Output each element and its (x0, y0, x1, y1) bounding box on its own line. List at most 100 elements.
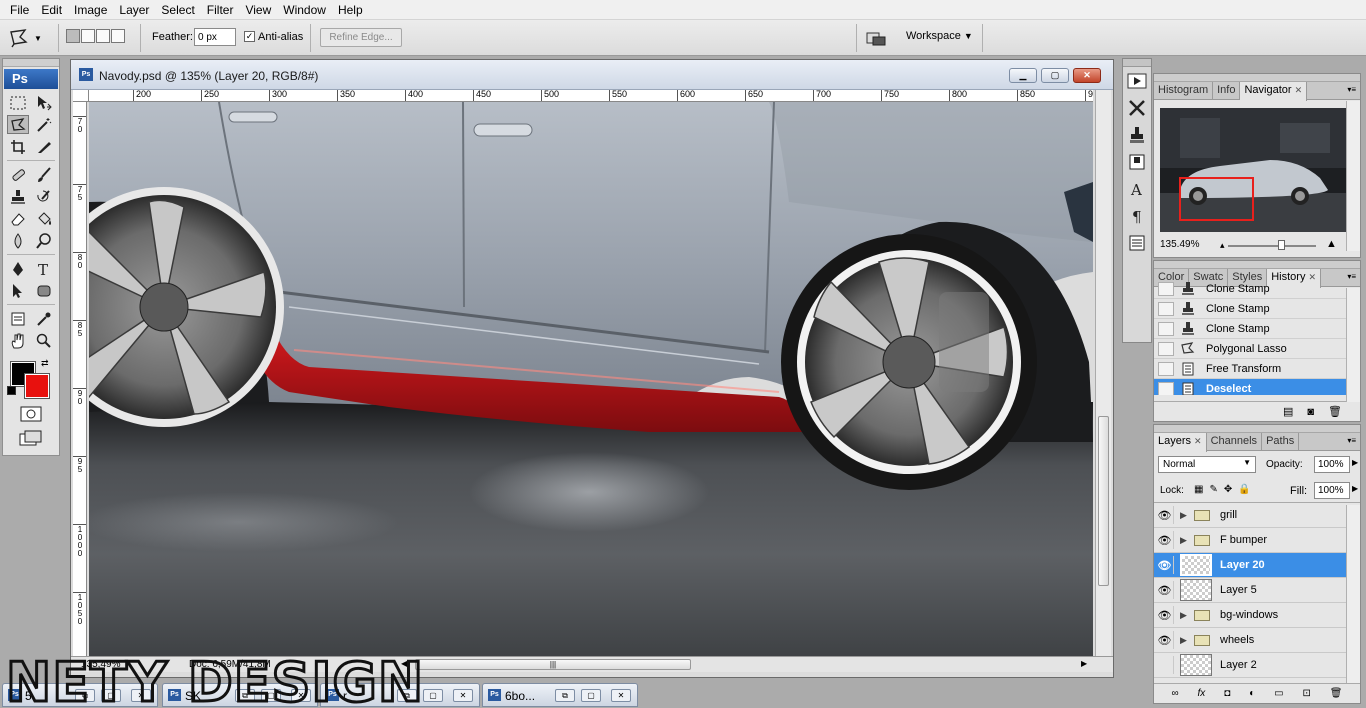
maximize-button[interactable]: ▢ (423, 689, 443, 702)
lock-all-icon[interactable]: 🔒 (1238, 484, 1250, 495)
zoom-tool-button[interactable] (33, 331, 55, 350)
image-canvas[interactable] (89, 102, 1093, 656)
minimized-document[interactable]: Ps r ⧉ ▢ ✕ (320, 683, 480, 707)
tool-preset-picker[interactable]: ▼ (8, 26, 52, 50)
healing-brush-tool-button[interactable] (7, 165, 29, 184)
zoom-level[interactable]: 135,49% (81, 659, 120, 670)
character-panel-button[interactable]: A (1125, 178, 1149, 200)
horizontal-scrollbar-thumb[interactable]: ||| (415, 659, 691, 670)
close-button[interactable]: ✕ (453, 689, 473, 702)
expand-triangle-icon[interactable]: ▶ (1180, 510, 1194, 521)
ruler-origin[interactable] (73, 90, 89, 102)
default-colors-icon[interactable] (7, 386, 16, 395)
background-color-swatch[interactable] (24, 373, 50, 399)
tab-channels[interactable]: Channels (1207, 433, 1263, 451)
expand-triangle-icon[interactable]: ▶ (1180, 610, 1194, 621)
history-snapshot-checkbox[interactable] (1158, 341, 1174, 356)
vertical-ruler[interactable]: 7 07 58 08 59 09 51 0 0 01 0 5 01 1 0 0 (73, 102, 87, 656)
zoom-slider[interactable] (1228, 245, 1316, 247)
tab-navigator[interactable]: Navigator ✕ (1240, 82, 1308, 101)
restore-button[interactable]: ⧉ (397, 689, 417, 702)
layer-comps-button[interactable] (1125, 151, 1149, 173)
panel-grip[interactable] (1154, 74, 1360, 82)
panel-well-icon[interactable] (866, 30, 888, 49)
scrollbar-thumb[interactable] (1098, 416, 1109, 586)
slice-tool-button[interactable] (33, 137, 55, 156)
move-tool-button[interactable] (33, 93, 55, 112)
quick-mask-button[interactable] (3, 406, 59, 422)
magic-wand-tool-button[interactable] (33, 115, 55, 134)
eye-icon[interactable]: 👁 (1156, 556, 1174, 574)
panel-scrollbar[interactable] (1346, 101, 1360, 251)
document-title-bar[interactable]: Ps Navody.psd @ 135% (Layer 20, RGB/8#) … (71, 60, 1113, 90)
swap-colors-icon[interactable]: ⇄ (41, 358, 49, 369)
close-button[interactable]: ✕ (1073, 68, 1101, 83)
actions-panel-button[interactable] (1125, 70, 1149, 92)
scroll-right-icon[interactable]: ▶ (1081, 659, 1087, 668)
lock-position-icon[interactable]: ✥ (1224, 484, 1232, 495)
menu-item-select[interactable]: Select (155, 0, 200, 20)
tool-presets-button[interactable] (1125, 97, 1149, 119)
paragraph-panel-button[interactable]: ¶ (1125, 205, 1149, 227)
opacity-input[interactable]: 100% (1314, 456, 1350, 473)
layer-group-row[interactable]: 👁 ▶ F bumper (1154, 528, 1360, 553)
history-snapshot-checkbox[interactable] (1158, 321, 1174, 336)
tab-histogram[interactable]: Histogram (1154, 82, 1214, 100)
notes-tool-button[interactable] (7, 309, 29, 328)
panel-menu-icon[interactable]: ▾≡ (1347, 436, 1356, 445)
eye-hidden-slot[interactable] (1156, 656, 1174, 674)
restore-button[interactable]: ⧉ (555, 689, 575, 702)
document-size[interactable]: Doc: 6,59M/41,8M (189, 659, 271, 670)
layer-row-selected[interactable]: 👁 Layer 20 (1154, 553, 1360, 578)
menu-item-layer[interactable]: Layer (113, 0, 155, 20)
maximize-button[interactable]: ▢ (1041, 68, 1069, 83)
hand-tool-button[interactable] (7, 331, 29, 350)
feather-input[interactable] (194, 28, 236, 46)
tab-paths[interactable]: Paths (1262, 433, 1300, 451)
close-button[interactable]: ✕ (131, 689, 151, 702)
history-brush-tool-button[interactable] (33, 187, 55, 206)
eyedropper-tool-button[interactable] (33, 309, 55, 328)
dodge-tool-button[interactable] (33, 231, 55, 250)
antialias-checkbox[interactable]: ✓ (244, 31, 255, 42)
panel-menu-icon[interactable]: ▾≡ (1347, 85, 1356, 94)
lasso-tool-button[interactable] (7, 115, 29, 134)
paint-bucket-tool-button[interactable] (33, 209, 55, 228)
history-item[interactable]: Polygonal Lasso (1154, 339, 1360, 359)
menu-item-image[interactable]: Image (68, 0, 113, 20)
eye-icon[interactable]: 👁 (1156, 531, 1174, 549)
fill-input[interactable]: 100% (1314, 482, 1350, 499)
path-selection-tool-button[interactable] (7, 281, 29, 300)
panel-grip[interactable] (1154, 261, 1360, 269)
menu-item-edit[interactable]: Edit (35, 0, 68, 20)
maximize-button[interactable]: ▢ (581, 689, 601, 702)
expand-triangle-icon[interactable]: ▶ (1180, 635, 1194, 646)
menu-item-help[interactable]: Help (332, 0, 369, 20)
menu-item-window[interactable]: Window (277, 0, 332, 20)
history-item[interactable]: Free Transform (1154, 359, 1360, 379)
eye-icon[interactable]: 👁 (1156, 581, 1174, 599)
layer-group-row[interactable]: 👁 ▶ bg-windows (1154, 603, 1360, 628)
lock-pixels-icon[interactable]: ✎ (1209, 484, 1217, 495)
menu-item-view[interactable]: View (239, 0, 277, 20)
history-item-selected[interactable]: Deselect (1154, 379, 1360, 395)
vertical-scrollbar[interactable] (1095, 90, 1111, 656)
panel-grip[interactable] (3, 59, 59, 67)
notes-panel-button[interactable] (1125, 232, 1149, 254)
history-snapshot-checkbox[interactable] (1158, 281, 1174, 296)
layer-row[interactable]: 👁 Layer 5 (1154, 578, 1360, 603)
eye-icon[interactable]: 👁 (1156, 606, 1174, 624)
fill-slider-arrow-icon[interactable]: ▶ (1352, 484, 1358, 493)
zoom-out-icon[interactable]: ▴ (1220, 240, 1225, 251)
menu-item-filter[interactable]: Filter (201, 0, 240, 20)
type-tool-button[interactable]: T (33, 259, 55, 278)
subtract-selection-mode-button[interactable] (96, 29, 110, 43)
blur-tool-button[interactable] (7, 231, 29, 250)
horizontal-ruler[interactable]: 200 250 300 350 400 450 500 550 600 650 700 750 800 8… (89, 90, 1093, 102)
trash-icon[interactable]: 🗑 (1328, 405, 1342, 418)
maximize-button[interactable]: ▢ (261, 689, 281, 702)
restore-button[interactable]: ⧉ (75, 689, 95, 702)
panel-scrollbar[interactable] (1346, 505, 1360, 683)
minimized-document[interactable]: Ps 6bo... ⧉ ▢ ✕ (482, 683, 638, 707)
intersect-selection-mode-button[interactable] (111, 29, 125, 43)
